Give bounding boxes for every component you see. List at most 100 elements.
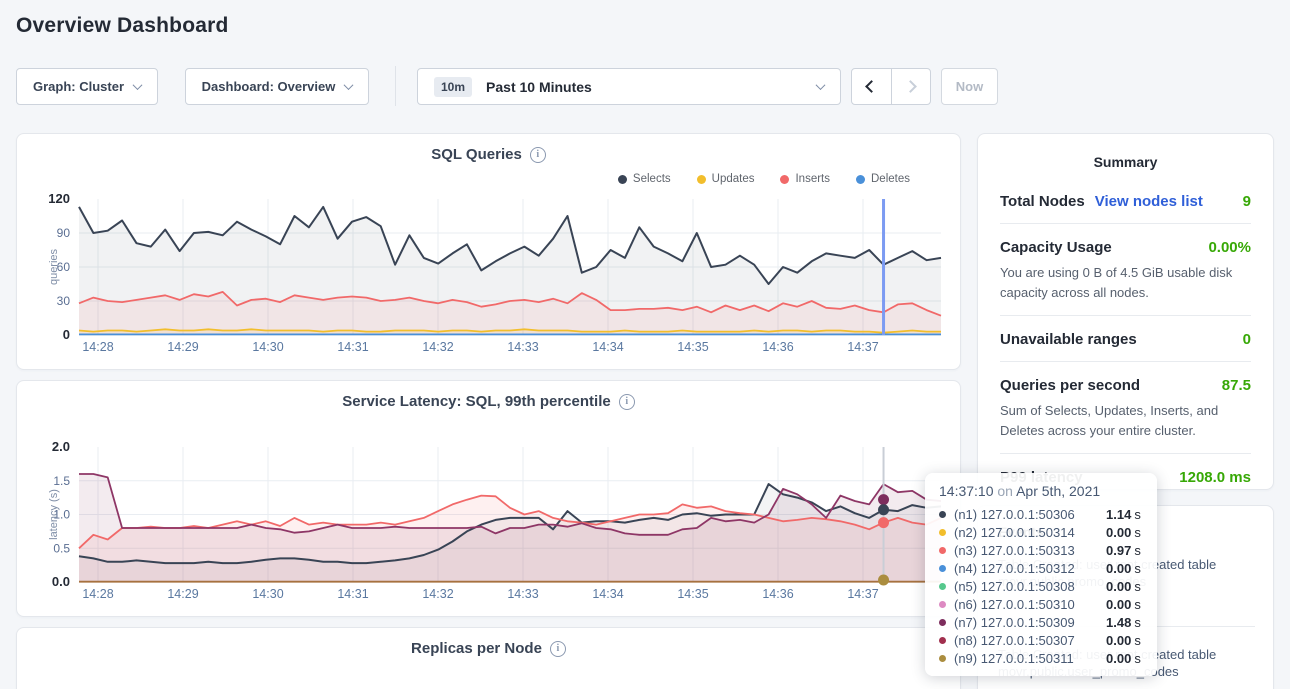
svg-text:2.0: 2.0 bbox=[52, 439, 70, 454]
view-nodes-list-link[interactable]: View nodes list bbox=[1095, 193, 1203, 210]
dashboard-dropdown-label: Dashboard: Overview bbox=[202, 79, 336, 94]
replicas-per-node-card: Replicas per Node i bbox=[16, 627, 961, 689]
svg-text:14:30: 14:30 bbox=[252, 587, 283, 601]
node-address: (n4) 127.0.0.1:50312 bbox=[954, 561, 1106, 576]
node-latency-unit: s bbox=[1134, 561, 1141, 576]
node-color-dot bbox=[939, 637, 946, 644]
chevron-left-icon bbox=[865, 80, 878, 93]
time-range-dropdown[interactable]: 10m Past 10 Minutes bbox=[417, 68, 841, 105]
tooltip-node-row: (n1) 127.0.0.1:503061.14s bbox=[939, 505, 1143, 523]
now-button[interactable]: Now bbox=[941, 68, 998, 105]
time-back-button[interactable] bbox=[852, 69, 891, 104]
time-nav-group bbox=[851, 68, 931, 105]
node-latency-value: 0.00 bbox=[1106, 597, 1131, 612]
time-forward-button[interactable] bbox=[891, 69, 930, 104]
svg-text:14:33: 14:33 bbox=[507, 340, 538, 354]
qps-value: 87.5 bbox=[1222, 377, 1251, 394]
total-nodes-label: Total Nodes bbox=[1000, 193, 1085, 210]
node-latency-value: 0.00 bbox=[1106, 525, 1131, 540]
svg-text:14:32: 14:32 bbox=[422, 587, 453, 601]
node-address: (n8) 127.0.0.1:50307 bbox=[954, 633, 1106, 648]
node-latency-unit: s bbox=[1134, 597, 1141, 612]
time-window-badge: 10m bbox=[434, 77, 472, 97]
summary-row-qps: Queries per second 87.5 Sum of Selects, … bbox=[1000, 361, 1251, 453]
node-address: (n7) 127.0.0.1:50309 bbox=[954, 615, 1106, 630]
summary-title: Summary bbox=[978, 134, 1273, 170]
svg-text:14:30: 14:30 bbox=[252, 340, 283, 354]
tooltip-node-row: (n9) 127.0.0.1:503110.00s bbox=[939, 649, 1143, 667]
chevron-down-icon bbox=[133, 80, 143, 90]
svg-text:14:31: 14:31 bbox=[337, 587, 368, 601]
summary-row-unavailable: Unavailable ranges 0 bbox=[1000, 315, 1251, 361]
chart-hover-tooltip: 14:37:10 on Apr 5th, 2021 (n1) 127.0.0.1… bbox=[925, 473, 1157, 676]
node-address: (n3) 127.0.0.1:50313 bbox=[954, 543, 1106, 558]
node-latency-value: 1.14 bbox=[1106, 507, 1131, 522]
svg-text:14:35: 14:35 bbox=[677, 340, 708, 354]
node-color-dot bbox=[939, 565, 946, 572]
svg-text:14:28: 14:28 bbox=[82, 340, 113, 354]
tooltip-node-row: (n7) 127.0.0.1:503091.48s bbox=[939, 613, 1143, 631]
node-latency-value: 1.48 bbox=[1106, 615, 1131, 630]
graph-dropdown-label: Graph: Cluster bbox=[33, 79, 124, 94]
svg-text:120: 120 bbox=[48, 191, 70, 206]
node-color-dot bbox=[939, 583, 946, 590]
svg-text:14:34: 14:34 bbox=[592, 340, 623, 354]
overview-dashboard-page: { "page": { "title": "Overview Dashboard… bbox=[0, 0, 1290, 689]
node-latency-unit: s bbox=[1134, 525, 1141, 540]
node-color-dot bbox=[939, 619, 946, 626]
svg-text:14:36: 14:36 bbox=[762, 587, 793, 601]
node-color-dot bbox=[939, 601, 946, 608]
svg-text:14:37: 14:37 bbox=[847, 340, 878, 354]
node-latency-value: 0.00 bbox=[1106, 579, 1131, 594]
qps-desc: Sum of Selects, Updates, Inserts, and De… bbox=[1000, 401, 1251, 440]
node-latency-unit: s bbox=[1134, 579, 1141, 594]
svg-text:0.5: 0.5 bbox=[53, 541, 70, 555]
node-latency-unit: s bbox=[1134, 507, 1141, 522]
node-address: (n6) 127.0.0.1:50310 bbox=[954, 597, 1106, 612]
node-address: (n1) 127.0.0.1:50306 bbox=[954, 507, 1106, 522]
service-latency-card: Service Latency: SQL, 99th percentile i … bbox=[16, 380, 961, 617]
unavailable-ranges-value: 0 bbox=[1243, 331, 1251, 348]
node-latency-value: 0.00 bbox=[1106, 561, 1131, 576]
capacity-usage-desc: You are using 0 B of 4.5 GiB usable disk… bbox=[1000, 263, 1251, 302]
svg-text:14:28: 14:28 bbox=[82, 587, 113, 601]
chevron-down-icon bbox=[816, 80, 826, 90]
tooltip-timestamp: 14:37:10 on Apr 5th, 2021 bbox=[939, 483, 1143, 503]
controls-divider bbox=[395, 66, 396, 106]
chevron-right-icon bbox=[905, 80, 918, 93]
node-address: (n9) 127.0.0.1:50311 bbox=[954, 651, 1106, 666]
tooltip-node-row: (n6) 127.0.0.1:503100.00s bbox=[939, 595, 1143, 613]
svg-text:queries: queries bbox=[48, 248, 60, 285]
summary-row-total-nodes: Total Nodes View nodes list 9 bbox=[1000, 178, 1251, 223]
node-color-dot bbox=[939, 655, 946, 662]
capacity-usage-label: Capacity Usage bbox=[1000, 239, 1112, 256]
svg-text:90: 90 bbox=[57, 226, 71, 240]
svg-text:latency (s): latency (s) bbox=[48, 489, 60, 540]
chevron-down-icon bbox=[344, 80, 354, 90]
dashboard-dropdown[interactable]: Dashboard: Overview bbox=[185, 68, 369, 105]
graph-dropdown[interactable]: Graph: Cluster bbox=[16, 68, 158, 105]
capacity-usage-value: 0.00% bbox=[1208, 239, 1251, 256]
sql-queries-card: SQL Queries i SelectsUpdatesInsertsDelet… bbox=[16, 133, 961, 370]
info-icon[interactable]: i bbox=[550, 641, 566, 657]
node-latency-unit: s bbox=[1134, 633, 1141, 648]
svg-text:14:35: 14:35 bbox=[677, 587, 708, 601]
node-latency-value: 0.00 bbox=[1106, 651, 1131, 666]
svg-text:0: 0 bbox=[63, 327, 70, 342]
node-latency-unit: s bbox=[1134, 615, 1141, 630]
svg-text:30: 30 bbox=[57, 294, 71, 308]
node-latency-unit: s bbox=[1134, 543, 1141, 558]
svg-text:14:29: 14:29 bbox=[167, 587, 198, 601]
svg-text:0.0: 0.0 bbox=[52, 574, 70, 589]
tooltip-node-rows: (n1) 127.0.0.1:503061.14s(n2) 127.0.0.1:… bbox=[939, 505, 1143, 667]
node-color-dot bbox=[939, 529, 946, 536]
node-address: (n2) 127.0.0.1:50314 bbox=[954, 525, 1106, 540]
node-color-dot bbox=[939, 547, 946, 554]
node-latency-value: 0.97 bbox=[1106, 543, 1131, 558]
tooltip-node-row: (n2) 127.0.0.1:503140.00s bbox=[939, 523, 1143, 541]
replicas-per-node-title: Replicas per Node bbox=[411, 640, 542, 657]
tooltip-node-row: (n3) 127.0.0.1:503130.97s bbox=[939, 541, 1143, 559]
time-window-label: Past 10 Minutes bbox=[486, 79, 817, 95]
svg-text:14:34: 14:34 bbox=[592, 587, 623, 601]
qps-label: Queries per second bbox=[1000, 377, 1140, 394]
